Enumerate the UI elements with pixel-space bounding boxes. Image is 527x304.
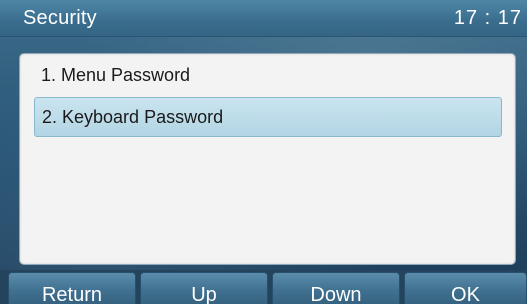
up-button[interactable]: Up <box>140 272 268 304</box>
title-bar: Security 17 : 17 <box>0 0 527 37</box>
ok-button[interactable]: OK <box>404 272 527 304</box>
page-title: Security <box>23 7 97 29</box>
menu-list: 1. Menu Password 2. Keyboard Password <box>19 53 516 265</box>
phone-screen: Security 17 : 17 1. Menu Password 2. Key… <box>0 0 527 304</box>
softkey-bar: Return Up Down OK <box>0 270 527 304</box>
down-button[interactable]: Down <box>272 272 400 304</box>
return-button[interactable]: Return <box>8 272 136 304</box>
clock: 17 : 17 <box>453 7 522 29</box>
menu-item-keyboard-password[interactable]: 2. Keyboard Password <box>34 97 502 137</box>
menu-item-menu-password[interactable]: 1. Menu Password <box>34 56 500 94</box>
menu-item-label: 1. Menu Password <box>41 65 191 85</box>
menu-item-label: 2. Keyboard Password <box>42 107 224 127</box>
